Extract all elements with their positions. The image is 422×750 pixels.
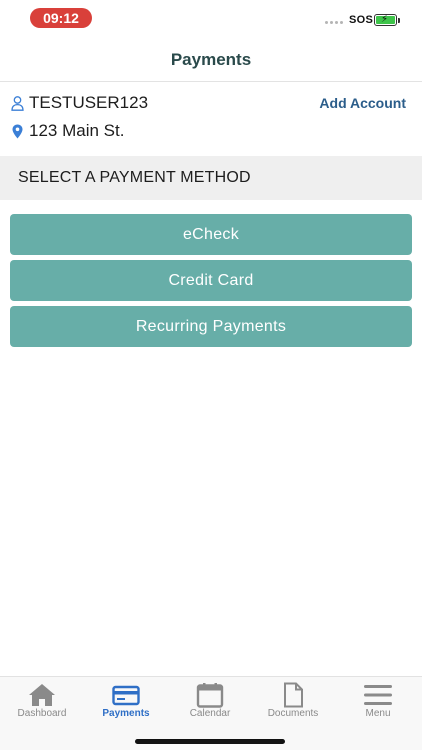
home-indicator[interactable] <box>135 739 285 744</box>
account-address: 123 Main St. <box>29 121 125 140</box>
tab-documents-label: Documents <box>267 708 319 719</box>
tab-payments[interactable]: Payments <box>84 677 168 727</box>
credit-card-button[interactable]: Credit Card <box>10 260 412 301</box>
account-user-row: TESTUSER123 <box>10 93 148 113</box>
tab-dashboard[interactable]: Dashboard <box>0 677 84 727</box>
battery-tip <box>398 18 400 23</box>
location-pin-icon <box>10 123 24 139</box>
carrier-label: SOS <box>349 14 374 26</box>
battery-icon: ⚡ <box>374 14 397 26</box>
section-header: SELECT A PAYMENT METHOD <box>0 156 422 200</box>
person-icon <box>10 95 24 111</box>
account-address-row: 123 Main St. <box>10 121 124 141</box>
cellular-signal-icon <box>325 21 343 24</box>
credit-card-icon <box>112 682 140 708</box>
hamburger-menu-icon <box>364 682 392 708</box>
tab-calendar[interactable]: Calendar <box>168 677 252 727</box>
account-username: TESTUSER123 <box>29 93 149 112</box>
recurring-payments-button[interactable]: Recurring Payments <box>10 306 412 347</box>
tab-menu-label: Menu <box>365 708 391 719</box>
section-title: SELECT A PAYMENT METHOD <box>18 169 251 186</box>
account-section: TESTUSER123 123 Main St. Add Account <box>0 82 422 156</box>
status-time: 09:12 <box>30 8 92 28</box>
tab-payments-label: Payments <box>102 708 150 719</box>
document-icon <box>279 682 307 708</box>
status-bar: 09:12 SOS ⚡ <box>0 0 422 40</box>
echeck-button[interactable]: eCheck <box>10 214 412 255</box>
tab-calendar-label: Calendar <box>189 708 231 719</box>
tab-menu[interactable]: Menu <box>336 677 420 727</box>
tab-dashboard-label: Dashboard <box>17 708 67 719</box>
nav-header: Payments <box>0 40 422 82</box>
home-icon <box>28 682 56 708</box>
add-account-link[interactable]: Add Account <box>319 95 406 111</box>
page-title: Payments <box>170 50 252 69</box>
tab-documents[interactable]: Documents <box>251 677 335 727</box>
calendar-icon <box>196 682 224 708</box>
